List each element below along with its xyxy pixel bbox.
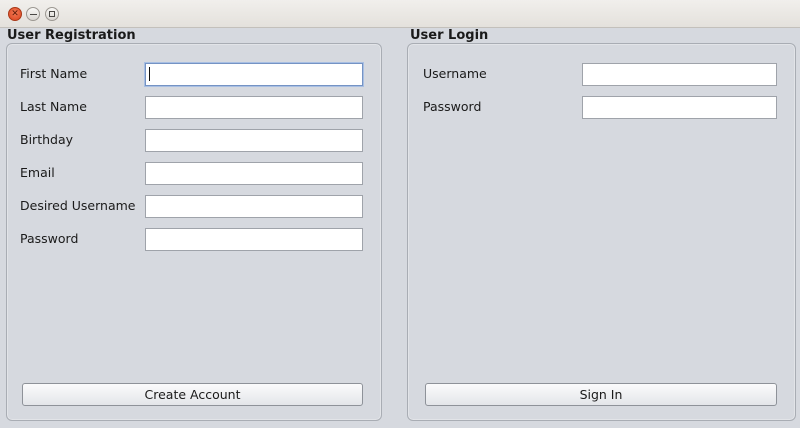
registration-title: User Registration <box>7 28 136 43</box>
window-titlebar: ✕ <box>0 0 800 28</box>
last-name-label: Last Name <box>20 99 87 114</box>
login-password-field[interactable] <box>582 96 777 119</box>
sign-in-button[interactable]: Sign In <box>425 383 777 406</box>
first-name-field[interactable] <box>145 63 363 86</box>
birthday-label: Birthday <box>20 132 74 147</box>
desired-username-label: Desired Username <box>20 198 136 213</box>
last-name-field[interactable] <box>145 96 363 119</box>
close-icon[interactable]: ✕ <box>8 7 22 21</box>
username-label: Username <box>423 66 487 81</box>
create-account-button[interactable]: Create Account <box>22 383 363 406</box>
birthday-field[interactable] <box>145 129 363 152</box>
registration-password-label: Password <box>20 231 79 246</box>
login-title: User Login <box>410 28 489 43</box>
maximize-icon[interactable] <box>45 7 59 21</box>
email-label: Email <box>20 165 55 180</box>
text-caret <box>149 67 150 81</box>
username-field[interactable] <box>582 63 777 86</box>
registration-password-field[interactable] <box>145 228 363 251</box>
login-password-label: Password <box>423 99 482 114</box>
desired-username-field[interactable] <box>145 195 363 218</box>
email-field[interactable] <box>145 162 363 185</box>
minimize-icon[interactable] <box>26 7 40 21</box>
first-name-label: First Name <box>20 66 88 81</box>
